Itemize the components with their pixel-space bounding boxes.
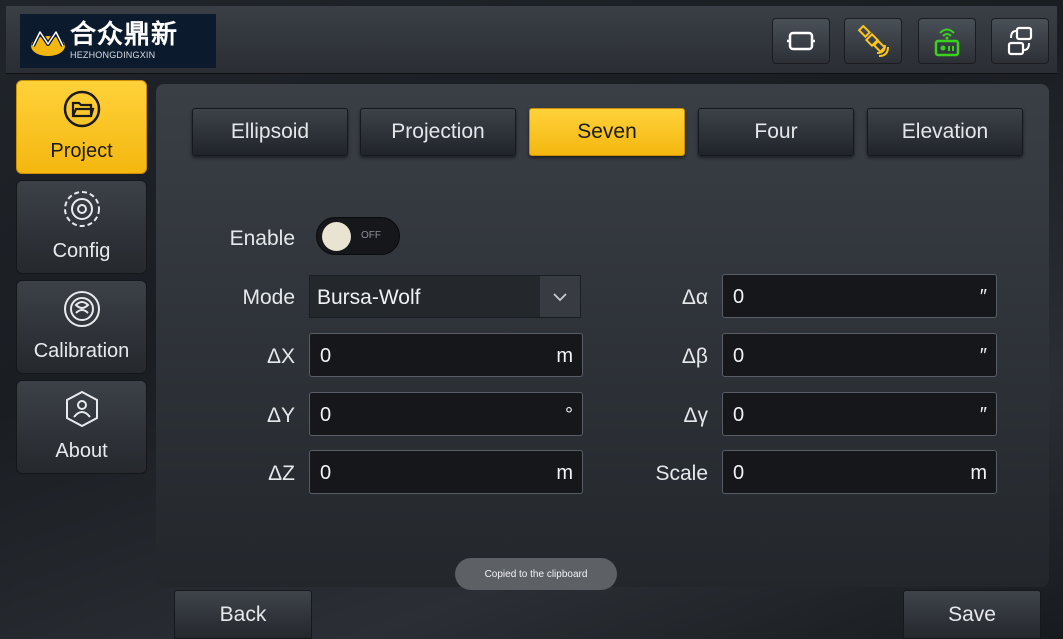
delta-beta-value: 0	[733, 345, 745, 367]
delta-gamma-unit: ″	[979, 404, 987, 426]
sidebar-item-about[interactable]: About	[16, 380, 147, 474]
logo-chinese-text: 合众鼎新	[70, 20, 179, 50]
delta-y-label: ΔY	[266, 404, 295, 427]
delta-gamma-label: Δγ	[683, 404, 708, 427]
sidebar-item-label: Calibration	[33, 340, 130, 362]
satellite-icon	[857, 25, 889, 57]
delta-gamma-value: 0	[733, 404, 745, 426]
switch-mode-button[interactable]	[991, 18, 1049, 64]
tab-seven[interactable]: Seven	[529, 108, 685, 156]
about-icon	[65, 390, 98, 428]
app-root: 合众鼎新 HEZHONGDINGXIN Project Config Calib…	[0, 0, 1063, 639]
delta-gamma-field[interactable]: 0 ″	[722, 392, 997, 436]
settings-icon	[63, 191, 100, 227]
radio-icon	[934, 28, 960, 57]
delta-z-value: 0	[320, 462, 332, 484]
delta-alpha-unit: ″	[979, 286, 987, 308]
switch-icon	[1007, 26, 1033, 56]
top-bar: 合众鼎新 HEZHONGDINGXIN	[6, 6, 1057, 74]
tab-projection[interactable]: Projection	[360, 108, 516, 156]
logo-english-text: HEZHONGDINGXIN	[70, 50, 156, 60]
delta-x-field[interactable]: 0 m	[309, 333, 583, 377]
delta-beta-field[interactable]: 0 ″	[722, 333, 997, 377]
scale-label: Scale	[655, 462, 708, 485]
screen-icon	[787, 31, 815, 51]
sidebar-item-label: Project	[50, 140, 113, 162]
sidebar-item-label: Config	[52, 240, 111, 262]
enable-toggle[interactable]: OFF	[316, 217, 400, 255]
delta-z-field[interactable]: 0 m	[309, 450, 583, 494]
delta-beta-label: Δβ	[681, 345, 708, 368]
delta-y-value: 0	[320, 404, 332, 426]
toggle-knob	[322, 222, 351, 251]
tab-ellipsoid[interactable]: Ellipsoid	[192, 108, 348, 156]
logo-mark-icon	[31, 30, 65, 56]
mode-value: Bursa-Wolf	[317, 286, 421, 309]
scale-field[interactable]: 0 m	[722, 450, 997, 494]
sidebar-item-label: About	[55, 440, 108, 462]
delta-z-unit: m	[556, 462, 573, 484]
tab-four[interactable]: Four	[698, 108, 854, 156]
delta-alpha-label: Δα	[681, 286, 708, 309]
delta-alpha-field[interactable]: 0 ″	[722, 274, 997, 318]
delta-z-label: ΔZ	[268, 462, 295, 485]
satellite-status-button[interactable]	[844, 18, 902, 64]
mode-dropdown-button[interactable]	[540, 276, 580, 317]
sidebar-item-project[interactable]: Project	[16, 80, 147, 174]
sidebar-item-calibration[interactable]: Calibration	[16, 280, 147, 374]
scale-value: 0	[733, 462, 745, 484]
chevron-down-icon	[553, 292, 567, 301]
delta-x-label: ΔX	[266, 345, 295, 368]
radio-status-button[interactable]	[918, 18, 976, 64]
enable-label: Enable	[229, 227, 295, 250]
back-button[interactable]: Back	[174, 590, 312, 639]
mode-label: Mode	[242, 286, 295, 309]
brand-logo: 合众鼎新 HEZHONGDINGXIN	[20, 14, 216, 68]
clipboard-toast: Copied to the clipboard	[455, 558, 617, 590]
mode-select[interactable]: Bursa-Wolf	[309, 275, 581, 318]
calibration-icon	[63, 291, 100, 327]
delta-y-unit: °	[565, 404, 573, 426]
screen-toggle-button[interactable]	[772, 18, 830, 64]
sidebar-item-config[interactable]: Config	[16, 180, 147, 274]
delta-alpha-value: 0	[733, 286, 745, 308]
scale-unit: m	[970, 462, 987, 484]
toggle-state-text: OFF	[361, 230, 381, 241]
delta-beta-unit: ″	[979, 345, 987, 367]
save-button[interactable]: Save	[903, 590, 1041, 639]
delta-x-value: 0	[320, 345, 332, 367]
delta-y-field[interactable]: 0 °	[309, 392, 583, 436]
tab-elevation[interactable]: Elevation	[867, 108, 1023, 156]
delta-x-unit: m	[556, 345, 573, 367]
folder-icon	[63, 90, 100, 128]
